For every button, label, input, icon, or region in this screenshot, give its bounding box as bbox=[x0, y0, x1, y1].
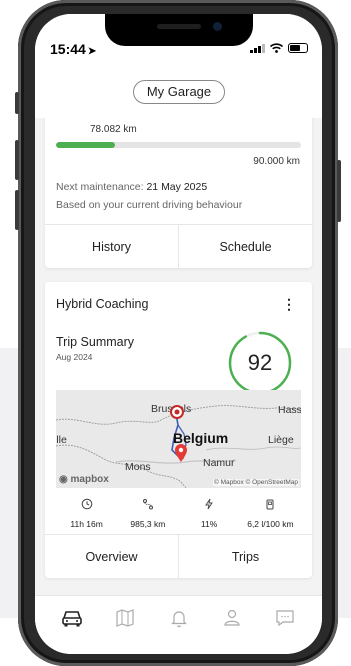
profile-icon bbox=[224, 609, 240, 626]
status-time: 15:44 ➤ bbox=[50, 41, 96, 57]
wifi-icon bbox=[270, 43, 283, 53]
car-icon bbox=[61, 611, 82, 627]
stat-distance: 985,3 km bbox=[117, 498, 178, 538]
destination-pin-icon bbox=[175, 444, 187, 462]
next-maintenance-label: Next maintenance: bbox=[56, 181, 147, 193]
more-options-icon[interactable]: ⋮ bbox=[282, 296, 296, 313]
clock-icon bbox=[56, 498, 117, 512]
nav-item-profile[interactable] bbox=[205, 596, 258, 654]
bell-icon bbox=[170, 611, 187, 628]
hybrid-coaching-title: Hybrid Coaching bbox=[56, 297, 149, 311]
stat-electric: 11% bbox=[179, 498, 240, 538]
start-marker-icon bbox=[170, 405, 184, 419]
battery-icon bbox=[288, 43, 308, 53]
trip-date: Aug 2024 bbox=[56, 352, 93, 362]
next-maintenance: Next maintenance: 21 May 2025 bbox=[56, 181, 207, 193]
map-label-liege: Liège bbox=[268, 434, 294, 446]
stat-duration-value: 11h 16m bbox=[70, 519, 103, 529]
stat-fuel-value: 6,2 l/100 km bbox=[247, 519, 294, 529]
mute-switch bbox=[15, 92, 19, 114]
bolt-icon bbox=[179, 498, 240, 512]
volume-up-button bbox=[15, 140, 19, 180]
mapbox-logo: ◉ mapbox bbox=[59, 474, 109, 485]
location-arrow-icon: ➤ bbox=[87, 46, 97, 57]
schedule-button[interactable]: Schedule bbox=[178, 225, 312, 268]
maintenance-card: 78.082 km 90.000 km Next maintenance: 21… bbox=[45, 114, 312, 268]
map-icon bbox=[116, 609, 134, 627]
current-km: 78.082 km bbox=[90, 124, 137, 135]
my-garage-button[interactable]: My Garage bbox=[133, 80, 225, 104]
app-screen: 15:44 ➤ My Garage 78.082 km 90.000 km Nex… bbox=[35, 14, 322, 654]
nav-item-car[interactable] bbox=[45, 596, 98, 654]
map-label-hasselt: Hasselt bbox=[278, 404, 301, 416]
volume-down-button bbox=[15, 190, 19, 230]
trip-map[interactable]: Brussels Belgium Liège Namur Mons ille H… bbox=[56, 390, 301, 488]
nav-item-notifications[interactable] bbox=[152, 596, 205, 654]
chat-icon bbox=[276, 610, 294, 627]
trip-summary-title: Trip Summary bbox=[56, 335, 135, 349]
coaching-card-footer: Overview Trips bbox=[45, 534, 312, 578]
route-icon bbox=[117, 498, 178, 512]
trip-stats: 11h 16m 985,3 km 11% 6,2 l/100 km bbox=[56, 498, 301, 538]
stat-distance-value: 985,3 km bbox=[130, 519, 166, 529]
time-text: 15:44 bbox=[50, 41, 86, 57]
max-km: 90.000 km bbox=[253, 156, 300, 167]
nav-item-map[interactable] bbox=[98, 596, 151, 654]
camera bbox=[213, 22, 222, 31]
maintenance-basis-text: Based on your current driving behaviour bbox=[56, 199, 243, 211]
notch bbox=[105, 14, 253, 46]
stat-electric-value: 11% bbox=[200, 519, 218, 529]
power-button bbox=[337, 160, 341, 222]
next-maintenance-date: 21 May 2025 bbox=[146, 181, 208, 193]
stat-duration: 11h 16m bbox=[56, 498, 117, 538]
maintenance-card-footer: History Schedule bbox=[45, 224, 312, 268]
bottom-nav bbox=[35, 595, 322, 654]
maintenance-progress-fill bbox=[56, 142, 115, 148]
header-bar: My Garage bbox=[35, 74, 322, 118]
nav-item-messages[interactable] bbox=[259, 596, 312, 654]
speaker bbox=[157, 24, 201, 29]
hybrid-coaching-card: Hybrid Coaching ⋮ Trip Summary Aug 2024 … bbox=[45, 282, 312, 578]
history-button[interactable]: History bbox=[45, 225, 178, 268]
overview-button[interactable]: Overview bbox=[45, 535, 178, 578]
trips-button[interactable]: Trips bbox=[178, 535, 312, 578]
score-ring: 92 bbox=[227, 330, 293, 396]
fuel-icon bbox=[240, 498, 301, 512]
mapbox-logo-text: mapbox bbox=[70, 474, 109, 485]
map-label-mons: Mons bbox=[125, 461, 151, 473]
stat-fuel: 6,2 l/100 km bbox=[240, 498, 301, 538]
map-attribution[interactable]: © Mapbox © OpenStreetMap bbox=[212, 479, 299, 486]
map-label-namur: Namur bbox=[203, 457, 235, 469]
map-label-lille: ille bbox=[56, 434, 67, 446]
signal-icon bbox=[250, 43, 265, 53]
score-value: 92 bbox=[247, 350, 273, 375]
maintenance-progress-bar bbox=[56, 142, 301, 148]
